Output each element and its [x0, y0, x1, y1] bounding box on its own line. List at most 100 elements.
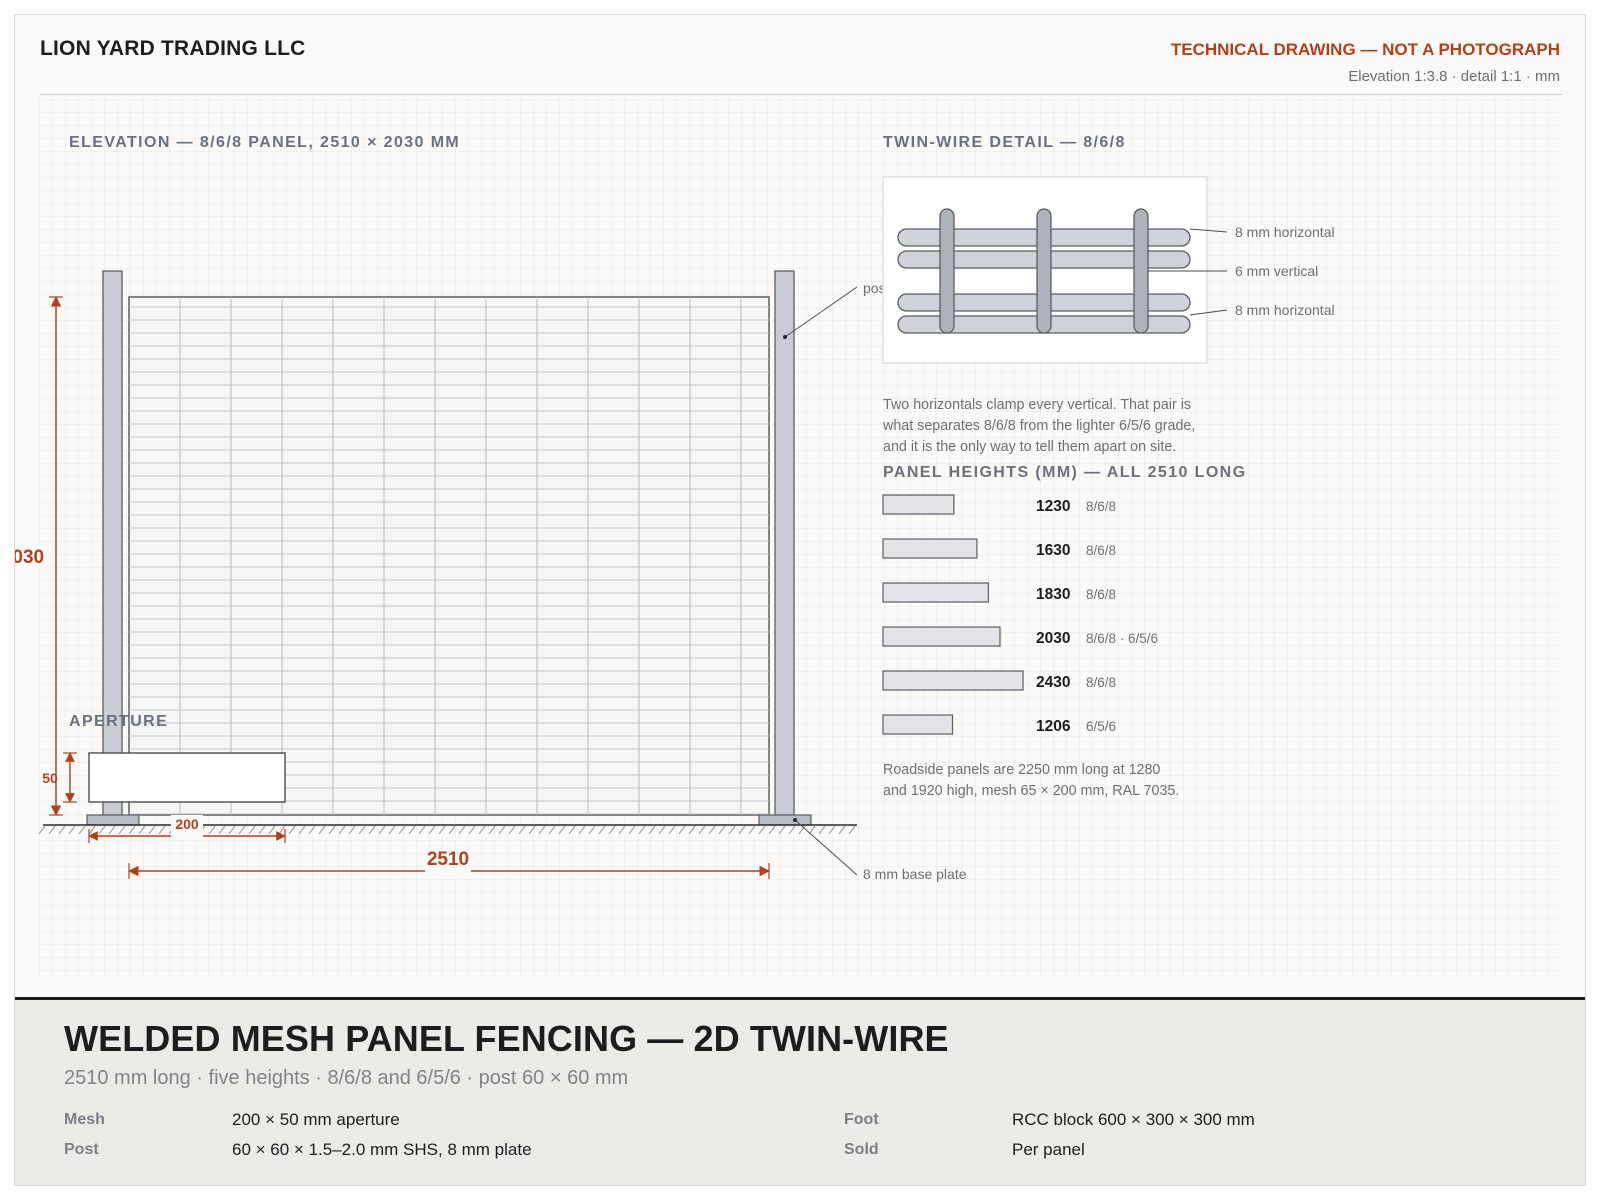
post-callout-line — [784, 286, 858, 338]
height-grade: 6/5/6 — [1086, 719, 1116, 734]
ground-hatch — [38, 825, 856, 835]
detail-description-line: what separates 8/6/8 from the lighter 6/… — [883, 418, 1196, 434]
left-post — [102, 270, 123, 816]
hatch-mark — [498, 825, 506, 835]
spec-key-mesh: Mesh — [64, 1111, 105, 1128]
hatch-mark — [608, 825, 616, 835]
aperture-width-label: 200 — [175, 816, 199, 832]
hatch-mark — [38, 825, 46, 835]
hatch-mark — [278, 825, 286, 835]
height-grade: 8/6/8 — [1086, 543, 1116, 558]
technical-drawing: ELEVATION — 8/6/8 PANEL, 2510 × 2030 MM … — [15, 134, 1335, 882]
spec-key-sold: Sold — [844, 1141, 879, 1158]
hatch-mark — [678, 825, 686, 835]
spec-value-sold: Per panel — [1012, 1140, 1085, 1159]
hatch-mark — [268, 825, 276, 835]
heights-title: PANEL HEIGHTS (MM) — ALL 2510 LONG — [883, 464, 1246, 481]
hatch-mark — [568, 825, 576, 835]
hatch-mark — [778, 825, 786, 835]
hatch-mark — [128, 825, 136, 835]
hatch-mark — [818, 825, 826, 835]
height-grade: 8/6/8 — [1086, 587, 1116, 602]
hatch-mark — [668, 825, 676, 835]
width-dimension-label: 2510 — [427, 849, 469, 870]
hatch-mark — [258, 825, 266, 835]
hatch-mark — [338, 825, 346, 835]
hatch-mark — [428, 825, 436, 835]
hatch-mark — [68, 825, 76, 835]
hatch-mark — [798, 825, 806, 835]
height-bar — [882, 582, 990, 603]
panel-frame — [128, 296, 770, 816]
hatch-mark — [528, 825, 536, 835]
hatch-mark — [158, 825, 166, 835]
hatch-mark — [508, 825, 516, 835]
panel-heights-chart: 1230 8/6/8 1630 8/6/8 1830 8/6/8 2030 8/6/8 · 6… — [882, 494, 1158, 735]
base-plate-callout-line — [794, 819, 858, 876]
aperture-box — [88, 752, 286, 803]
detail-label-bottom-horizontal: 8 mm horizontal — [1235, 302, 1335, 318]
spec-value-mesh: 200 × 50 mm aperture — [232, 1110, 400, 1129]
height-dimension-label: 2030 — [15, 547, 44, 568]
hatch-mark — [418, 825, 426, 835]
aperture-height-label: 50 — [42, 770, 58, 786]
detail-description-line: and it is the only way to tell them apar… — [883, 439, 1177, 455]
hatch-mark — [78, 825, 86, 835]
hatch-mark — [288, 825, 296, 835]
left-base-plate — [86, 814, 140, 826]
hatch-mark — [98, 825, 106, 835]
hatch-mark — [828, 825, 836, 835]
hatch-mark — [138, 825, 146, 835]
hatch-mark — [378, 825, 386, 835]
hatch-mark — [318, 825, 326, 835]
hatch-mark — [438, 825, 446, 835]
hatch-mark — [248, 825, 256, 835]
hatch-mark — [848, 825, 856, 835]
hatch-mark — [518, 825, 526, 835]
hatch-mark — [708, 825, 716, 835]
hatch-mark — [578, 825, 586, 835]
height-value: 1630 — [1036, 542, 1070, 559]
hatch-mark — [788, 825, 796, 835]
hatch-mark — [298, 825, 306, 835]
hatch-mark — [768, 825, 776, 835]
hatch-mark — [648, 825, 656, 835]
roadside-note-line: Roadside panels are 2250 mm long at 1280 — [883, 762, 1161, 778]
hatch-mark — [228, 825, 236, 835]
detail-title: TWIN-WIRE DETAIL — 8/6/8 — [883, 134, 1126, 151]
height-value: 1230 — [1036, 498, 1070, 515]
aperture-title: APERTURE — [69, 713, 168, 730]
height-grade: 8/6/8 — [1086, 499, 1116, 514]
detail-label-vertical: 6 mm vertical — [1235, 263, 1318, 279]
hatch-mark — [758, 825, 766, 835]
hatch-mark — [558, 825, 566, 835]
hatch-mark — [718, 825, 726, 835]
hatch-mark — [548, 825, 556, 835]
drawing-sheet: LION YARD TRADING LLC TECHNICAL DRAWING … — [14, 14, 1586, 1186]
spec-key-foot: Foot — [844, 1111, 879, 1128]
hatch-mark — [368, 825, 376, 835]
hatch-mark — [658, 825, 666, 835]
hatch-mark — [388, 825, 396, 835]
hatch-mark — [308, 825, 316, 835]
vertical-wire-1 — [939, 208, 955, 334]
height-bar — [882, 670, 1024, 691]
roadside-note: Roadside panels are 2250 mm long at 1280… — [883, 760, 1179, 802]
hatch-mark — [458, 825, 466, 835]
hatch-mark — [58, 825, 66, 835]
roadside-note-line: and 1920 high, mesh 65 × 200 mm, RAL 703… — [883, 783, 1180, 799]
hatch-mark — [218, 825, 226, 835]
hatch-mark — [598, 825, 606, 835]
height-bar — [882, 714, 954, 735]
hatch-mark — [478, 825, 486, 835]
spec-key-post: Post — [64, 1141, 99, 1158]
hatch-mark — [838, 825, 846, 835]
hatch-mark — [738, 825, 746, 835]
twin-wire-detail — [897, 208, 1191, 334]
hatch-mark — [728, 825, 736, 835]
height-value: 2430 — [1036, 674, 1070, 691]
height-value: 2030 — [1036, 630, 1070, 647]
hatch-mark — [628, 825, 636, 835]
height-value: 1206 — [1036, 718, 1071, 735]
right-post — [774, 270, 795, 816]
